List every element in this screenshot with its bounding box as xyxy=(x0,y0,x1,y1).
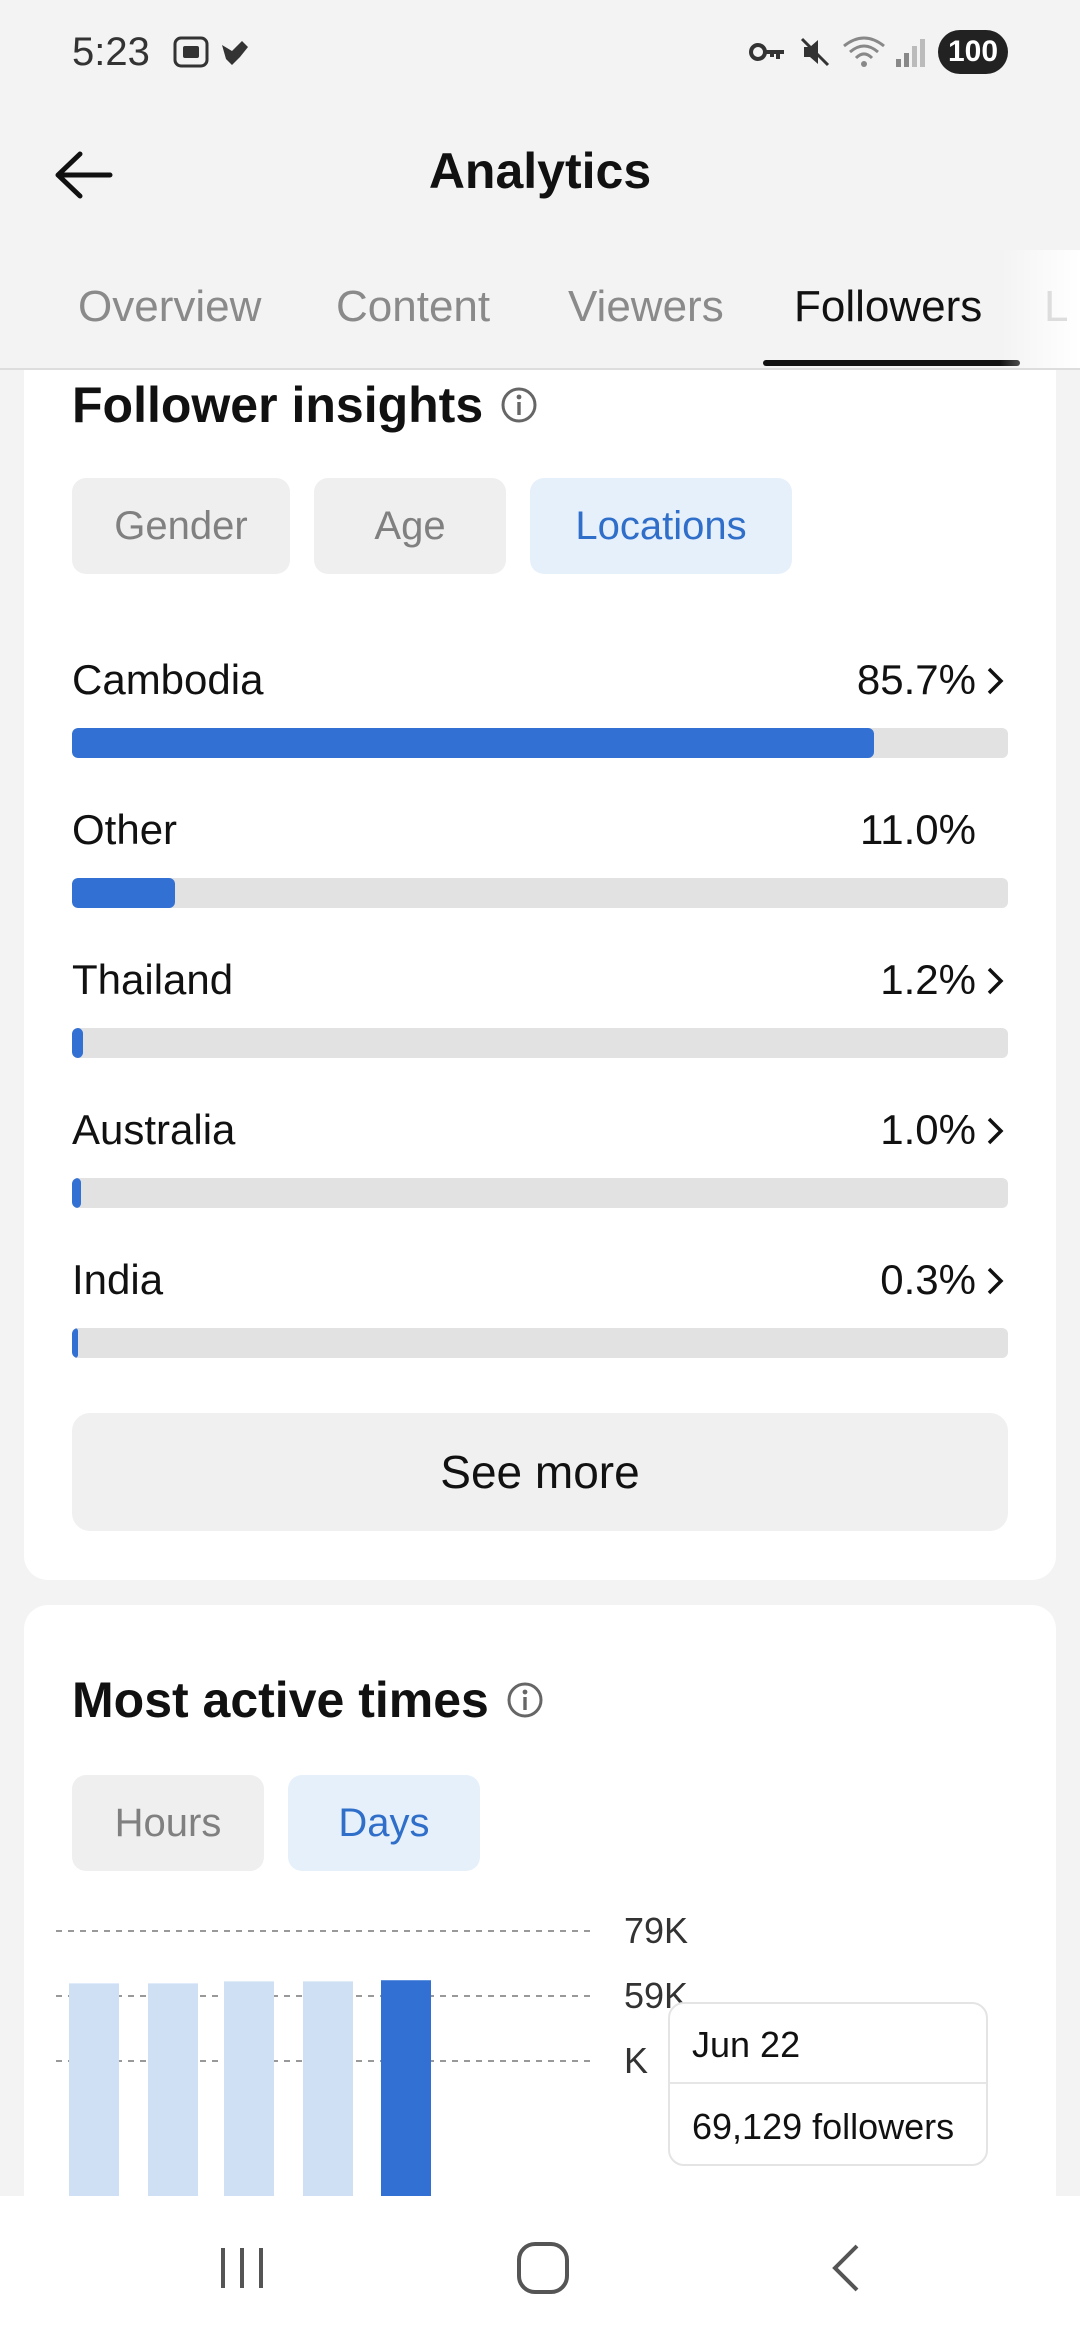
location-bar-track xyxy=(72,1028,1008,1058)
filter-age[interactable]: Age xyxy=(314,478,506,574)
tooltip-value: 69,129 followers xyxy=(692,2106,955,2147)
info-icon[interactable] xyxy=(499,385,539,425)
tab-active-indicator xyxy=(763,360,1020,366)
location-percent: 0.3% xyxy=(880,1256,976,1303)
follower-insights-card: Follower insights Gender Age Locations C… xyxy=(24,370,1056,1580)
vpn-key-icon xyxy=(748,32,786,72)
location-bar-fill xyxy=(72,728,875,758)
page-title: Analytics xyxy=(428,143,652,199)
location-percent: 1.0% xyxy=(880,1106,976,1153)
location-name: Other xyxy=(72,806,178,853)
location-name: India xyxy=(72,1256,164,1303)
chevron-right-icon xyxy=(987,667,1004,695)
home-button[interactable] xyxy=(508,2238,578,2298)
location-bar-track xyxy=(72,878,1008,908)
location-bar-track xyxy=(72,728,1008,758)
location-percent: 1.2% xyxy=(880,956,976,1003)
screen-record-icon xyxy=(172,32,210,72)
location-row-india[interactable]: India 0.3% xyxy=(72,1256,1008,1366)
location-row-thailand[interactable]: Thailand 1.2% xyxy=(72,956,1008,1066)
wifi-icon xyxy=(842,32,888,72)
location-bar-fill xyxy=(72,878,175,908)
tab-partial[interactable]: L xyxy=(1044,282,1068,332)
location-percent: 11.0% xyxy=(860,806,976,853)
tab-bar: Overview Content Viewers Followers L xyxy=(0,250,1080,370)
system-nav-bar xyxy=(0,2196,1080,2340)
y-tick-label: 79K xyxy=(624,1910,688,1951)
location-name: Cambodia xyxy=(72,656,264,703)
location-bar-fill xyxy=(72,1178,82,1208)
location-bar-fill xyxy=(72,1328,78,1358)
follower-insights-heading: Follower insights xyxy=(72,376,539,434)
tooltip-date: Jun 22 xyxy=(692,2024,801,2065)
follower-insights-title: Follower insights xyxy=(72,377,484,433)
location-bar-fill xyxy=(72,1028,84,1058)
tab-viewers[interactable]: Viewers xyxy=(568,282,724,332)
location-name: Australia xyxy=(72,1106,236,1153)
filter-gender[interactable]: Gender xyxy=(72,478,290,574)
bird-icon xyxy=(218,32,252,72)
app-header: Analytics xyxy=(0,110,1080,240)
location-percent: 85.7% xyxy=(856,656,976,703)
tab-overflow-fade: L xyxy=(1000,250,1080,368)
location-bar-track xyxy=(72,1328,1008,1358)
back-nav-button[interactable] xyxy=(811,2238,881,2298)
y-tick-label: K xyxy=(624,2040,648,2081)
chevron-right-icon xyxy=(987,967,1004,995)
location-name: Thailand xyxy=(72,956,234,1003)
chevron-right-icon xyxy=(987,1267,1004,1295)
status-bar: 5:23 100 xyxy=(0,0,1080,110)
chevron-right-icon xyxy=(987,1117,1004,1145)
tooltip-divider xyxy=(670,2082,986,2084)
location-row-cambodia[interactable]: Cambodia 85.7% xyxy=(72,656,1008,766)
mute-icon xyxy=(798,32,832,72)
recent-apps-button[interactable] xyxy=(207,2238,277,2298)
signal-icon xyxy=(894,32,928,72)
location-bar-track xyxy=(72,1178,1008,1208)
location-row-other: Other 11.0% xyxy=(72,806,1008,916)
battery-indicator: 100 xyxy=(938,30,1008,74)
tab-content[interactable]: Content xyxy=(336,282,490,332)
tab-followers[interactable]: Followers xyxy=(794,282,982,332)
tab-overview[interactable]: Overview xyxy=(78,282,261,332)
location-row-australia[interactable]: Australia 1.0% xyxy=(72,1106,1008,1216)
see-more-button[interactable]: See more xyxy=(72,1413,1008,1531)
status-time: 5:23 xyxy=(72,30,150,74)
chart-tooltip: Jun 22 69,129 followers xyxy=(668,2002,988,2166)
filter-locations[interactable]: Locations xyxy=(530,478,792,574)
